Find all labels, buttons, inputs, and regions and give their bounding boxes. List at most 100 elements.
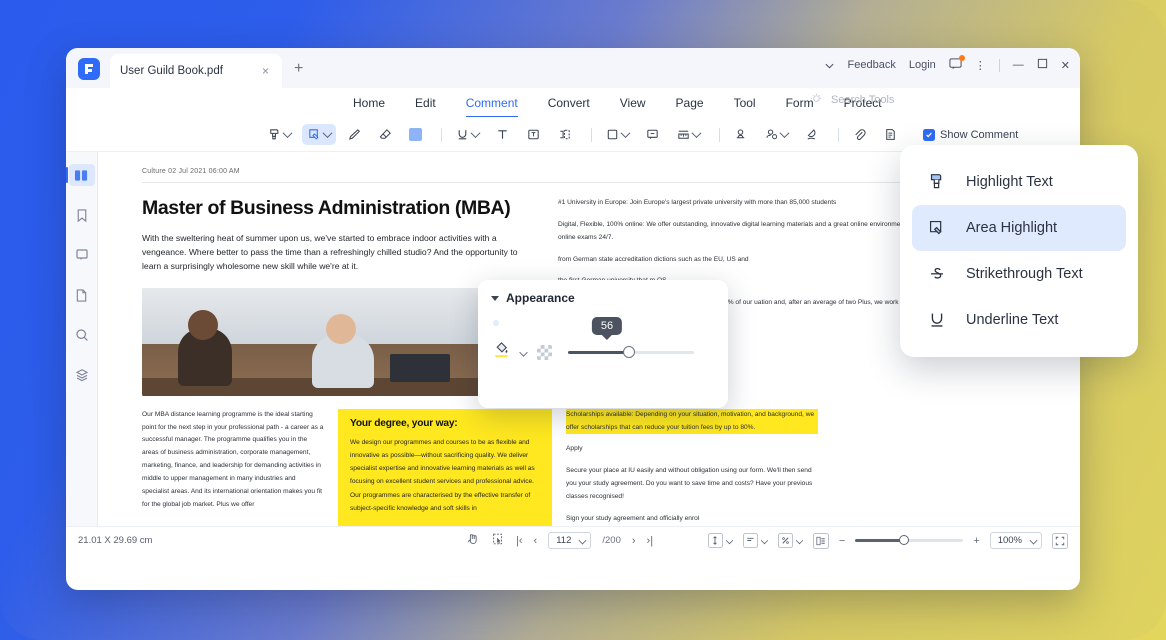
zoom-out-button[interactable]: − bbox=[839, 535, 845, 547]
color-swatch-purple[interactable] bbox=[578, 320, 584, 326]
measure-tool[interactable] bbox=[671, 124, 705, 145]
chevron-down-icon[interactable] bbox=[779, 128, 790, 139]
search-tools-area[interactable]: Search Tools bbox=[810, 93, 894, 106]
color-swatch-orange[interactable] bbox=[561, 320, 567, 326]
sidebar-item-thumbnails[interactable] bbox=[66, 164, 95, 186]
zoom-slider-knob[interactable] bbox=[899, 535, 910, 545]
menu-view[interactable]: View bbox=[605, 92, 661, 114]
first-page-button[interactable]: |‹ bbox=[516, 535, 523, 547]
document-tab[interactable]: User Guild Book.pdf × bbox=[110, 54, 282, 88]
new-tab-button[interactable]: + bbox=[294, 61, 303, 77]
split-view-icon[interactable] bbox=[812, 532, 829, 549]
checkbox-icon[interactable] bbox=[923, 128, 935, 141]
chevron-down-icon[interactable] bbox=[519, 347, 528, 357]
eraser-annotation-tool[interactable] bbox=[799, 124, 824, 145]
page-title: Master of Business Administration (MBA) bbox=[142, 197, 511, 219]
vertical-scroll-icon[interactable] bbox=[707, 533, 723, 548]
sidebar-item-search[interactable] bbox=[69, 324, 95, 346]
last-page-button[interactable]: ›| bbox=[647, 535, 654, 547]
chevron-down-icon[interactable] bbox=[691, 128, 702, 139]
fill-color-icon[interactable] bbox=[493, 340, 510, 364]
menu-item-highlight-text[interactable]: Highlight Text bbox=[912, 159, 1126, 205]
menu-item-underline[interactable]: Underline Text bbox=[912, 297, 1126, 343]
area-highlight-tool[interactable] bbox=[302, 124, 336, 145]
menu-page[interactable]: Page bbox=[661, 92, 719, 114]
note-tool[interactable] bbox=[640, 124, 665, 145]
message-icon[interactable] bbox=[949, 55, 965, 73]
color-square-tool[interactable] bbox=[404, 125, 427, 144]
lightbulb-icon[interactable] bbox=[810, 93, 823, 106]
menu-item-strikethrough[interactable]: Strikethrough Text bbox=[912, 251, 1126, 297]
opacity-slider-knob[interactable] bbox=[623, 345, 636, 358]
close-tab-icon[interactable]: × bbox=[259, 64, 272, 78]
select-tool-icon[interactable] bbox=[491, 532, 505, 549]
login-link[interactable]: Login bbox=[909, 59, 936, 71]
sidebar-item-layers[interactable] bbox=[69, 364, 95, 386]
shape-tool[interactable] bbox=[600, 124, 634, 145]
hand-tool-icon[interactable] bbox=[466, 532, 480, 549]
annotation-type-menu[interactable]: Highlight Text Area Highlight Strikethro… bbox=[900, 145, 1138, 357]
stamp-tool[interactable] bbox=[728, 124, 753, 145]
zoom-mode-control[interactable] bbox=[777, 533, 804, 548]
text-callout-tool[interactable] bbox=[552, 124, 577, 145]
sidebar-item-attachments[interactable] bbox=[69, 284, 95, 306]
collapse-triangle-icon[interactable] bbox=[491, 295, 499, 301]
chevron-down-icon[interactable] bbox=[760, 536, 769, 545]
single-page-icon[interactable] bbox=[742, 533, 758, 548]
text-box-tool[interactable] bbox=[521, 124, 546, 145]
text-tool[interactable] bbox=[490, 124, 515, 145]
underline-tool[interactable] bbox=[450, 124, 484, 145]
zoom-in-button[interactable]: + bbox=[973, 535, 979, 547]
chevron-down-icon[interactable] bbox=[1029, 536, 1038, 545]
show-comment-toggle[interactable]: Show Comment bbox=[923, 128, 1019, 141]
appearance-popup[interactable]: Appearance 56 bbox=[478, 280, 728, 408]
fit-page-icon[interactable] bbox=[777, 533, 793, 548]
transparency-checker-icon[interactable] bbox=[537, 344, 552, 360]
chevron-down-icon[interactable] bbox=[322, 128, 333, 139]
page-number-input[interactable]: 112 bbox=[548, 532, 592, 549]
opacity-slider[interactable]: 56 bbox=[568, 316, 694, 358]
color-swatch-red[interactable] bbox=[544, 320, 550, 326]
zoom-level-select[interactable]: 100% bbox=[989, 532, 1042, 549]
sidebar-item-bookmarks[interactable] bbox=[69, 204, 95, 226]
menu-edit[interactable]: Edit bbox=[400, 92, 451, 114]
prev-page-button[interactable]: ‹ bbox=[534, 535, 538, 547]
minimize-button[interactable]: — bbox=[1013, 59, 1024, 71]
chevron-down-icon[interactable] bbox=[578, 536, 587, 545]
page-layout-control[interactable] bbox=[742, 533, 769, 548]
lower-right-text: Scholarships available: Depending on you… bbox=[566, 408, 818, 526]
comment-list-tool[interactable] bbox=[878, 124, 903, 145]
highlight-text-tool[interactable] bbox=[262, 124, 296, 145]
maximize-button[interactable] bbox=[1037, 58, 1048, 72]
sidebar-item-comments[interactable] bbox=[69, 244, 95, 266]
color-swatch-blue[interactable] bbox=[510, 320, 516, 326]
appearance-header[interactable]: Appearance bbox=[491, 291, 715, 305]
close-window-button[interactable]: ✕ bbox=[1061, 59, 1070, 72]
menu-item-area-highlight[interactable]: Area Highlight bbox=[912, 205, 1126, 251]
paragraph: Secure your place at IU easily and witho… bbox=[566, 467, 813, 500]
color-swatch-green[interactable] bbox=[527, 320, 533, 326]
next-page-button[interactable]: › bbox=[632, 535, 636, 547]
eraser-tool[interactable] bbox=[373, 124, 398, 145]
color-swatch-yellow[interactable] bbox=[493, 320, 499, 326]
chevron-down-icon[interactable] bbox=[725, 536, 734, 545]
chevron-down-icon[interactable] bbox=[282, 128, 293, 139]
chevron-down-icon[interactable] bbox=[620, 128, 631, 139]
zoom-slider[interactable] bbox=[855, 535, 964, 545]
menu-convert[interactable]: Convert bbox=[533, 92, 605, 114]
show-comment-label: Show Comment bbox=[940, 128, 1019, 141]
attachment-tool[interactable] bbox=[847, 124, 872, 145]
signature-tool[interactable] bbox=[759, 124, 793, 145]
menu-home[interactable]: Home bbox=[338, 92, 400, 114]
search-input[interactable]: Search Tools bbox=[831, 94, 894, 106]
fullscreen-icon[interactable] bbox=[1052, 532, 1068, 549]
more-options-icon[interactable]: ⋮ bbox=[975, 59, 986, 72]
chevron-down-icon[interactable] bbox=[795, 536, 804, 545]
menu-comment[interactable]: Comment bbox=[451, 92, 533, 117]
pencil-tool[interactable] bbox=[342, 124, 367, 145]
chevron-down-icon[interactable] bbox=[824, 60, 835, 71]
chevron-down-icon[interactable] bbox=[470, 128, 481, 139]
feedback-link[interactable]: Feedback bbox=[848, 59, 896, 71]
menu-tool[interactable]: Tool bbox=[719, 92, 771, 114]
scroll-mode-control[interactable] bbox=[707, 533, 734, 548]
